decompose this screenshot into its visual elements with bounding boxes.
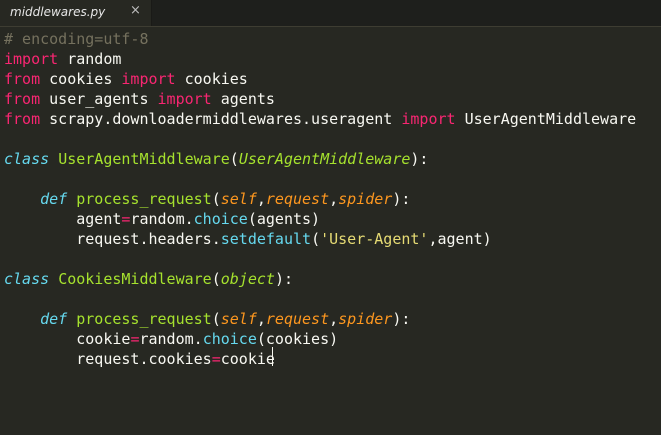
code-token: , bbox=[256, 190, 266, 208]
code-token: ( bbox=[211, 310, 221, 328]
code-token: ( bbox=[311, 230, 321, 248]
function-call-token: setdefault bbox=[220, 230, 312, 248]
parameter-token: spider bbox=[338, 190, 393, 208]
close-icon[interactable]: × bbox=[130, 3, 141, 18]
parameter-token: spider bbox=[338, 310, 393, 328]
code-line-9: def process_request(self,request,spider)… bbox=[4, 189, 410, 209]
operator-token: = bbox=[211, 350, 221, 368]
code-token: user_agents bbox=[40, 90, 158, 108]
code-token: ): bbox=[392, 310, 411, 328]
code-token: request.headers. bbox=[76, 230, 221, 248]
code-token: agent bbox=[76, 210, 122, 228]
keyword-token: from bbox=[4, 110, 41, 128]
storage-keyword-token: def bbox=[40, 310, 68, 328]
code-line-7: class UserAgentMiddleware(UserAgentMiddl… bbox=[4, 149, 428, 169]
code-token: cookie bbox=[76, 330, 131, 348]
code-token: scrapy.downloadermiddlewares.useragent bbox=[40, 110, 402, 128]
code-token: ): bbox=[274, 270, 293, 288]
code-token: random. bbox=[130, 210, 194, 228]
keyword-token: import bbox=[401, 110, 456, 128]
code-token: (agents) bbox=[247, 210, 321, 228]
keyword-token: from bbox=[4, 90, 41, 108]
code-token: , bbox=[256, 310, 266, 328]
parameter-token: self bbox=[220, 310, 257, 328]
class-name-token: CookiesMiddleware bbox=[58, 270, 212, 288]
storage-keyword-token: class bbox=[4, 270, 50, 288]
comment-token: # encoding=utf-8 bbox=[4, 30, 149, 48]
base-class-token: object bbox=[220, 270, 275, 288]
keyword-token: import bbox=[121, 70, 176, 88]
code-token: cookies bbox=[175, 70, 248, 88]
code-line-3: from cookies import cookies bbox=[4, 69, 248, 89]
code-line-2: import random bbox=[4, 49, 121, 69]
keyword-token: from bbox=[4, 70, 41, 88]
code-token: UserAgentMiddleware bbox=[455, 110, 637, 128]
code-token: agents bbox=[211, 90, 275, 108]
parameter-token: self bbox=[220, 190, 257, 208]
base-class-token: UserAgentMiddleware bbox=[238, 150, 411, 168]
code-token: , bbox=[329, 310, 339, 328]
code-token: request.cookies bbox=[76, 350, 212, 368]
tab-middlewares[interactable]: middlewares.py × bbox=[0, 0, 152, 26]
tab-bar: middlewares.py × bbox=[0, 0, 661, 27]
code-line-4: from user_agents import agents bbox=[4, 89, 275, 109]
function-call-token: choice bbox=[202, 330, 257, 348]
code-token: cookies bbox=[40, 70, 122, 88]
code-token: cookie bbox=[220, 350, 275, 368]
parameter-token: request bbox=[265, 310, 330, 328]
code-token: (cookies) bbox=[256, 330, 339, 348]
function-name-token: process_request bbox=[76, 190, 212, 208]
code-token: ( bbox=[211, 270, 221, 288]
code-token: ( bbox=[229, 150, 239, 168]
code-line-13: class CookiesMiddleware(object): bbox=[4, 269, 293, 289]
code-line-1: # encoding=utf-8 bbox=[4, 29, 149, 49]
code-token: ): bbox=[392, 190, 411, 208]
code-token: ( bbox=[211, 190, 221, 208]
text-cursor bbox=[272, 347, 273, 366]
code-token: ): bbox=[410, 150, 429, 168]
code-token: random. bbox=[139, 330, 203, 348]
code-editor[interactable]: # encoding=utf-8 import random from cook… bbox=[0, 28, 661, 435]
function-call-token: choice bbox=[193, 210, 248, 228]
keyword-token: import bbox=[4, 50, 59, 68]
code-token: random bbox=[58, 50, 122, 68]
storage-keyword-token: def bbox=[40, 190, 68, 208]
code-token: , bbox=[329, 190, 339, 208]
code-line-15: def process_request(self,request,spider)… bbox=[4, 309, 410, 329]
string-token: 'User-Agent' bbox=[320, 230, 429, 248]
code-line-10: agent=random.choice(agents) bbox=[4, 209, 320, 229]
tab-title: middlewares.py bbox=[10, 5, 106, 19]
keyword-token: import bbox=[157, 90, 212, 108]
function-name-token: process_request bbox=[76, 310, 212, 328]
code-token: ,agent) bbox=[428, 230, 492, 248]
code-line-11: request.headers.setdefault('User-Agent',… bbox=[4, 229, 492, 249]
storage-keyword-token: class bbox=[4, 150, 50, 168]
code-line-17: request.cookies=cookie bbox=[4, 349, 275, 369]
code-line-5: from scrapy.downloadermiddlewares.userag… bbox=[4, 109, 636, 129]
class-name-token: UserAgentMiddleware bbox=[58, 150, 230, 168]
parameter-token: request bbox=[265, 190, 330, 208]
code-line-16: cookie=random.choice(cookies) bbox=[4, 329, 338, 349]
